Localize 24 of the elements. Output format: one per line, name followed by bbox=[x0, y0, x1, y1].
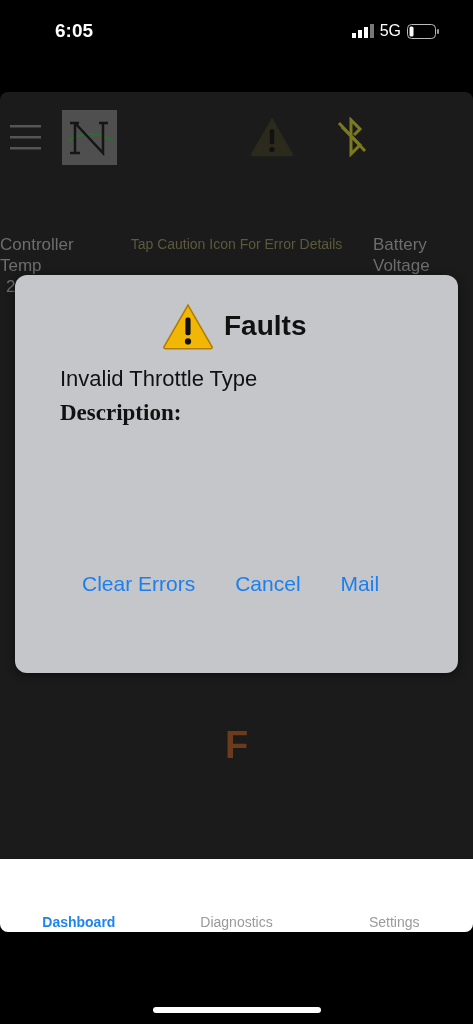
dialog-button[interactable]: Cancel bbox=[235, 571, 301, 596]
warning-icon bbox=[162, 303, 214, 350]
logo bbox=[62, 109, 117, 165]
network-type: 5G bbox=[379, 22, 401, 40]
caution-hint: Tap Caution Icon For Error Details bbox=[130, 236, 343, 254]
signal-icon bbox=[351, 24, 374, 38]
fault-text: Invalid Throttle Type bbox=[60, 365, 259, 392]
tab[interactable]: Diagnostics bbox=[157, 914, 316, 930]
dialog-button[interactable]: Clear Errors bbox=[82, 571, 196, 596]
tab[interactable]: Settings bbox=[315, 914, 473, 930]
menu-icon[interactable] bbox=[10, 124, 41, 150]
home-indicator[interactable] bbox=[152, 1007, 321, 1013]
bluetooth-off-icon[interactable] bbox=[336, 117, 368, 157]
status-time: 6:05 bbox=[55, 20, 94, 42]
battery-icon bbox=[407, 23, 439, 39]
gauge-label: Battery Voltage bbox=[373, 234, 431, 276]
gauge-value: 2 bbox=[5, 276, 17, 297]
dialog-title: Faults bbox=[224, 310, 307, 343]
caution-icon bbox=[250, 117, 294, 157]
tab[interactable]: Dashboard bbox=[0, 914, 158, 930]
gauge-label: Controller Temp bbox=[0, 234, 75, 276]
description-label: Description: bbox=[60, 399, 183, 426]
dialog-button[interactable]: Mail bbox=[340, 571, 380, 596]
gear-indicator: F bbox=[224, 724, 249, 767]
